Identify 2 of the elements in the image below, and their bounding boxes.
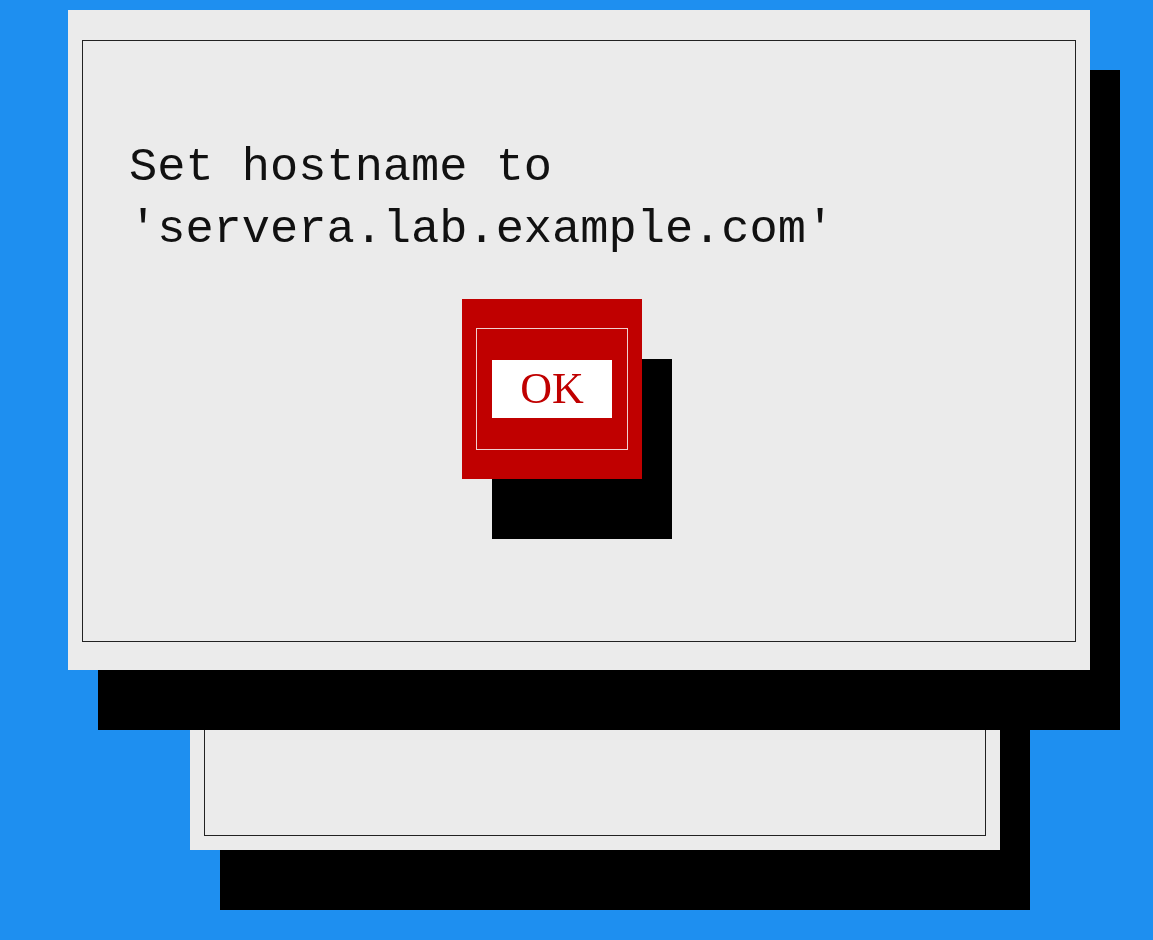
message-text: Set hostname to — [129, 140, 554, 196]
message-text: 'servera.lab.example.com' — [129, 202, 836, 258]
